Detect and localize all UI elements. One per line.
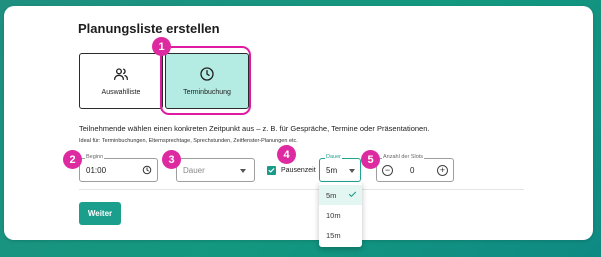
highlight-frame (160, 46, 251, 115)
slots-stepper[interactable]: Anzahl der Slots − 0 + (376, 154, 454, 182)
ideal-for-text: Ideal für: Terminbuchungen, Elternsprech… (79, 138, 298, 144)
field-label: Beginn (85, 154, 105, 160)
users-icon (114, 68, 128, 80)
chevron-down-icon (349, 169, 355, 173)
option-label: 5m (326, 191, 337, 200)
dropdown-option-10m[interactable]: 10m (319, 205, 362, 225)
step-badge: 4 (277, 145, 296, 164)
weiter-button[interactable]: Weiter (79, 202, 121, 225)
pause-label: Pausenzeit (281, 167, 316, 174)
step-badge: 2 (63, 150, 82, 169)
clock-icon[interactable] (142, 165, 152, 175)
option-label: 10m (326, 211, 341, 220)
step-badge: 3 (162, 150, 181, 169)
field-label: Anzahl der Slots (382, 154, 425, 160)
field-value: 5m (326, 166, 338, 175)
duration-dropdown: 5m 10m 15m (319, 182, 362, 247)
description-text: Teilnehmende wählen einen konkreten Zeit… (79, 124, 430, 133)
check-icon (348, 191, 357, 197)
dropdown-option-5m[interactable]: 5m (319, 185, 362, 205)
slots-value: 0 (410, 166, 415, 175)
option-label: 15m (326, 231, 341, 240)
pause-checkbox-row[interactable]: Pausenzeit (267, 166, 316, 175)
pause-checkbox[interactable] (267, 166, 276, 175)
check-icon (268, 168, 275, 173)
page-title: Planungsliste erstellen (78, 21, 220, 36)
divider (79, 189, 524, 190)
field-value: 01:00 (86, 166, 107, 175)
pause-duration-select[interactable]: Dauer 5m (319, 154, 361, 182)
field-label: Dauer (325, 154, 342, 160)
begin-time-field[interactable]: Beginn 01:00 (79, 154, 158, 182)
step-badge: 5 (361, 150, 380, 169)
option-label: Auswahlliste (101, 89, 141, 96)
step-badge: 1 (152, 37, 171, 56)
chevron-down-icon (240, 169, 246, 173)
dropdown-option-15m[interactable]: 15m (319, 225, 362, 245)
option-auswahlliste[interactable]: Auswahlliste (79, 53, 163, 109)
field-placeholder: Dauer (183, 166, 205, 175)
plus-button[interactable]: + (437, 165, 448, 176)
duration-select[interactable]: Dauer (176, 158, 255, 182)
minus-button[interactable]: − (382, 165, 393, 176)
